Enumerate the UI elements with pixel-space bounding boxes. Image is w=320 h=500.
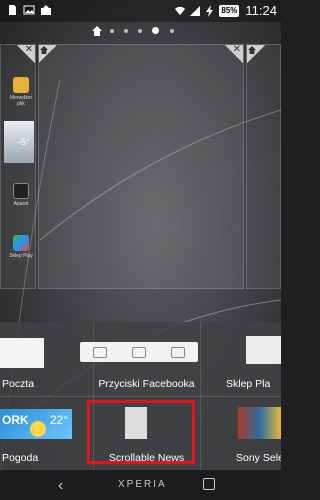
widget-sklep-play[interactable]: Sklep Pla [200, 322, 281, 396]
camera-icon [13, 183, 29, 199]
home-pane-right[interactable] [246, 44, 281, 289]
home-screen-editor: 85% 11:24 ✕ Menedżer plik -5° Aparat Skl… [0, 0, 281, 500]
location-icon [171, 346, 186, 358]
play-store-icon [13, 235, 29, 251]
home-pane-left[interactable]: ✕ Menedżer plik -5° Aparat Sklep Play [0, 44, 36, 289]
widget-facebook-buttons[interactable]: Przyciski Facebooka [80, 322, 200, 396]
play-store-preview [246, 336, 281, 364]
remove-pane-button[interactable]: ✕ [17, 45, 35, 63]
weather-mini-widget[interactable]: -5° [4, 121, 34, 163]
home-icon [248, 46, 256, 54]
weather-preview: ORK 22° [0, 409, 72, 439]
app-file-manager[interactable]: Menedżer plik [7, 77, 35, 107]
set-home-pane-button[interactable] [247, 45, 265, 63]
sony-select-preview [238, 407, 281, 439]
widget-pogoda[interactable]: ORK 22° Pogoda [0, 397, 93, 470]
email-preview [0, 338, 44, 368]
home-icon [40, 46, 48, 54]
file-manager-icon [13, 77, 29, 93]
widget-sony-select[interactable]: Sony Sele [200, 397, 281, 470]
home-pane-center[interactable]: ✕ [38, 44, 244, 289]
recent-apps-icon[interactable] [203, 478, 215, 490]
camera-icon [131, 346, 146, 358]
app-camera[interactable]: Aparat [7, 183, 35, 207]
app-play-store[interactable]: Sklep Play [7, 235, 35, 259]
sun-icon [30, 421, 46, 437]
close-icon: ✕ [24, 44, 33, 55]
navigation-bar: ‹ XPERIA [0, 470, 281, 500]
set-home-pane-button[interactable] [39, 45, 57, 63]
selection-highlight [87, 400, 195, 464]
brand-logo: XPERIA [118, 479, 167, 490]
back-icon[interactable]: ‹ [58, 477, 63, 495]
facebook-buttons-preview [80, 342, 198, 362]
close-icon: ✕ [232, 44, 241, 55]
remove-pane-button[interactable]: ✕ [225, 45, 243, 63]
edit-icon [92, 346, 107, 358]
